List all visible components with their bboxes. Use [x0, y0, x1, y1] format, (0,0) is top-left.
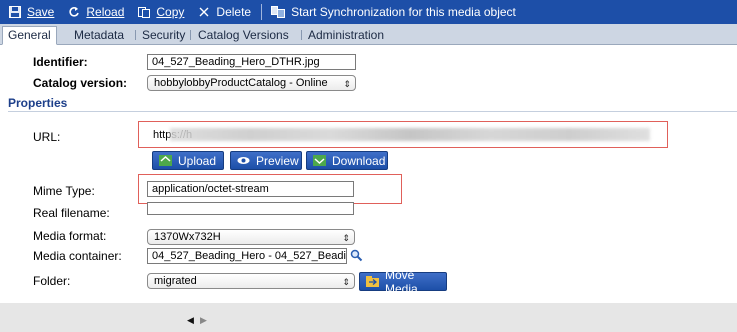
media-format-value: 1370Wx732H [154, 231, 221, 243]
tab-catalog-versions[interactable]: Catalog Versions [193, 27, 294, 43]
select-arrows-icon: ⇕ [342, 277, 350, 287]
url-redacted-blur [170, 128, 650, 141]
select-arrows-icon: ⇕ [342, 233, 350, 243]
tab-divider [135, 30, 136, 40]
catalog-version-select[interactable]: hobbylobbyProductCatalog - Online ⇕ [147, 75, 356, 91]
tab-divider [301, 30, 302, 40]
move-media-button[interactable]: Move Media [359, 268, 447, 296]
toolbar: Save Reload Copy Delete Start Synchroniz… [0, 0, 737, 24]
delete-label: Delete [216, 5, 252, 19]
tab-general[interactable]: General [2, 26, 57, 45]
identifier-field[interactable]: 04_527_Beading_Hero_DTHR.jpg [147, 54, 356, 70]
download-button[interactable]: Download [306, 151, 388, 170]
download-label: Download [332, 153, 386, 168]
media-format-label: Media format: [33, 229, 107, 243]
copy-button[interactable]: Copy [138, 5, 184, 19]
mime-type-label: Mime Type: [33, 184, 95, 198]
select-arrows-icon: ⇕ [343, 79, 351, 89]
sync-label: Start Synchronization for this media obj… [291, 5, 516, 19]
section-title-properties: Properties [8, 96, 68, 110]
start-sync-button[interactable]: Start Synchronization for this media obj… [271, 5, 516, 19]
eye-icon [237, 155, 250, 166]
prev-page-button[interactable]: ◀ [187, 315, 194, 326]
copy-label: Copy [156, 5, 185, 19]
copy-icon [138, 6, 151, 18]
sync-icon [271, 6, 286, 18]
tab-administration[interactable]: Administration [303, 27, 389, 43]
upload-button[interactable]: Upload [152, 151, 224, 170]
folder-select[interactable]: migrated ⇕ [147, 273, 355, 289]
folder-move-icon [366, 276, 379, 287]
download-icon [313, 155, 326, 166]
preview-button[interactable]: Preview [230, 151, 302, 170]
tab-security[interactable]: Security [137, 27, 190, 43]
catalog-version-label: Catalog version: [33, 76, 128, 90]
preview-label: Preview [256, 153, 299, 168]
folder-value: migrated [154, 275, 197, 287]
move-media-label: Move Media [385, 267, 418, 296]
save-label: Save [27, 5, 55, 19]
save-button[interactable]: Save [9, 5, 54, 19]
upload-icon [159, 155, 172, 166]
section-divider [8, 111, 737, 112]
media-format-select[interactable]: 1370Wx732H ⇕ [147, 229, 355, 245]
reload-button[interactable]: Reload [68, 5, 124, 19]
url-label: URL: [33, 130, 61, 144]
mime-type-field[interactable]: application/octet-stream [147, 181, 354, 197]
reload-label: Reload [86, 5, 125, 19]
toolbar-divider [261, 4, 263, 20]
real-filename-label: Real filename: [33, 206, 110, 220]
tab-divider [190, 30, 191, 40]
delete-button[interactable]: Delete [198, 5, 251, 19]
upload-label: Upload [178, 153, 217, 168]
folder-label: Folder: [33, 274, 71, 288]
tab-metadata[interactable]: Metadata [69, 27, 129, 43]
search-icon[interactable] [350, 249, 363, 265]
next-page-button[interactable]: ▶ [200, 315, 207, 326]
footer-bar: ◀ ▶ [0, 303, 737, 332]
real-filename-field[interactable] [147, 202, 354, 215]
media-container-field[interactable]: 04_527_Beading_Hero - 04_527_Beadi [147, 248, 347, 264]
catalog-version-value: hobbylobbyProductCatalog - Online [154, 77, 328, 89]
close-icon [198, 6, 210, 18]
tab-bar: General Metadata Security Catalog Versio… [0, 24, 737, 45]
reload-icon [68, 6, 80, 18]
media-container-label: Media container: [33, 249, 122, 263]
identifier-label: Identifier: [33, 55, 88, 69]
floppy-disk-icon [9, 6, 21, 18]
